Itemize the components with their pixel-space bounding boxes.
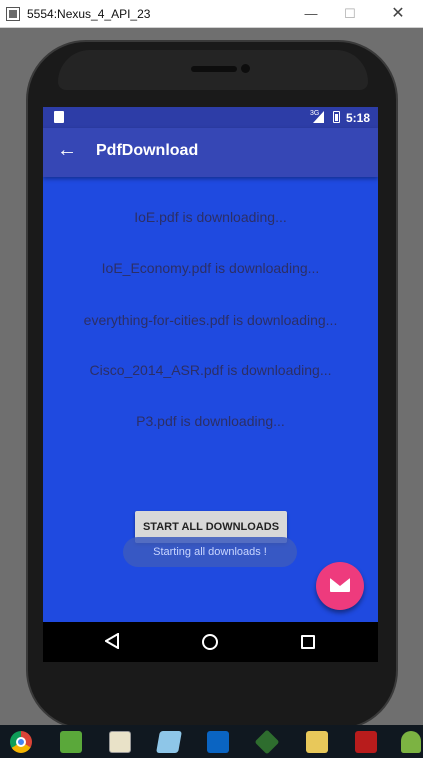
signal-icon: [313, 111, 324, 123]
acrobat-icon[interactable]: [355, 731, 377, 753]
evernote-icon[interactable]: [60, 731, 82, 753]
android-nav-bar: [43, 622, 378, 662]
window-titlebar: 5554:Nexus_4_API_23 — ☐ ✕: [0, 0, 423, 28]
download-status-3: everything-for-cities.pdf is downloading…: [83, 312, 338, 328]
app-bar: ← PdfDownload: [43, 128, 378, 177]
status-bar: 3G 5:18: [43, 107, 378, 128]
nav-recents-icon[interactable]: [301, 635, 315, 649]
nav-home-icon[interactable]: [202, 634, 218, 650]
chrome-icon[interactable]: [10, 731, 32, 753]
download-status-4: Cisco_2014_ASR.pdf is downloading...: [89, 362, 332, 378]
battery-icon: [333, 111, 340, 123]
nav-back-icon[interactable]: [105, 633, 119, 649]
phone-camera: [241, 64, 250, 73]
minimize-button[interactable]: —: [296, 4, 326, 24]
folder-icon[interactable]: [306, 731, 328, 753]
phone-speaker: [191, 66, 237, 72]
status-clock: 5:18: [346, 111, 371, 125]
mail-fab-button[interactable]: [316, 562, 364, 610]
download-status-1: IoE.pdf is downloading...: [134, 209, 287, 225]
emulator-app-icon: [6, 7, 20, 21]
outlook-icon[interactable]: [207, 731, 229, 753]
window-title: 5554:Nexus_4_API_23: [27, 7, 151, 21]
sd-card-icon: [54, 111, 64, 123]
back-arrow-icon[interactable]: ←: [57, 140, 77, 160]
close-button[interactable]: ✕: [383, 4, 413, 24]
chart-icon[interactable]: [109, 731, 131, 753]
android-icon[interactable]: [401, 731, 421, 753]
notebook-icon[interactable]: [156, 731, 182, 753]
app-title: PdfDownload: [96, 142, 199, 159]
windows-taskbar: [0, 725, 423, 758]
git-icon[interactable]: [254, 729, 280, 755]
mail-icon: [330, 578, 350, 592]
phone-screen: 3G 5:18 ← PdfDownload IoE.pdf is downloa…: [43, 107, 378, 662]
maximize-button[interactable]: ☐: [335, 4, 365, 24]
toast-message: Starting all downloads !: [123, 537, 297, 567]
download-status-5: P3.pdf is downloading...: [136, 413, 285, 429]
download-status-2: IoE_Economy.pdf is downloading...: [101, 260, 320, 276]
